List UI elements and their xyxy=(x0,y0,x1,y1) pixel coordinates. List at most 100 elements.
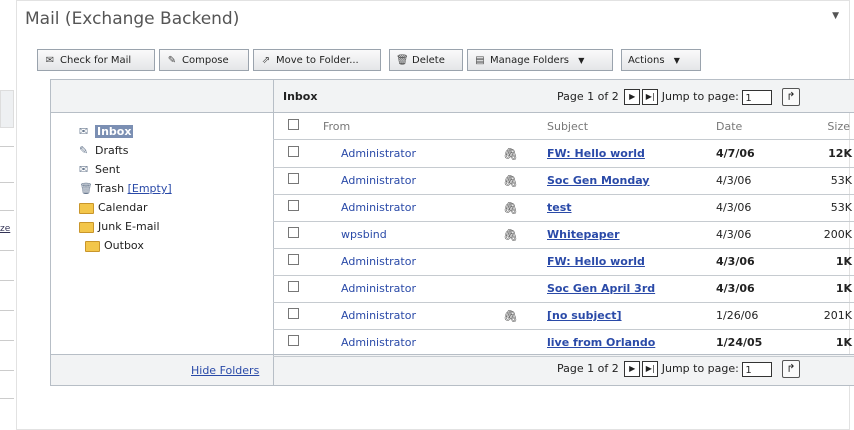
message-from[interactable]: wpsbind xyxy=(341,228,387,241)
message-from[interactable]: Administrator xyxy=(341,336,416,349)
jump-to-page-input[interactable]: 1 xyxy=(742,361,773,377)
message-size: 200K xyxy=(823,228,852,241)
pencil-icon: ✎ xyxy=(79,144,89,157)
background-link-fragment: ze xyxy=(0,224,11,234)
paperclip-icon: 🖇 xyxy=(503,309,519,323)
envelope-icon: ✉ xyxy=(45,55,55,66)
message-from[interactable]: Administrator xyxy=(341,309,416,322)
go-icon[interactable]: ↱ xyxy=(781,360,800,378)
table-row[interactable]: Administrator 🖇 test 4/3/06 53K xyxy=(273,194,854,222)
mail-panel: Inbox Page 1 of 2 ▶ ▶| Jump to page: 1 ↱ … xyxy=(50,79,854,386)
folder-junk[interactable]: Junk E-mail xyxy=(79,217,172,236)
message-date: 4/3/06 xyxy=(716,201,752,214)
message-size: 1K xyxy=(835,282,852,295)
message-list-header: From Subject Date Size xyxy=(273,113,854,140)
message-subject[interactable]: Soc Gen April 3rd xyxy=(547,282,655,295)
column-size[interactable]: Size xyxy=(827,120,850,133)
message-subject[interactable]: [no subject] xyxy=(547,309,622,322)
message-date: 1/24/05 xyxy=(716,336,763,349)
paperclip-icon: 🖇 xyxy=(503,228,519,242)
paperclip-icon: 🖇 xyxy=(503,147,519,161)
sent-icon: ✉ xyxy=(79,163,89,176)
page-indicator: Page 1 of 2 xyxy=(557,90,619,103)
message-date: 4/7/06 xyxy=(716,147,755,160)
go-icon[interactable]: ↱ xyxy=(781,88,800,106)
next-page-icon[interactable]: ▶ xyxy=(624,361,641,377)
message-from[interactable]: Administrator xyxy=(341,282,416,295)
folder-tree: ✉ Inbox ✎ Drafts ✉ Sent 🗑 Trash [Empty] Cale… xyxy=(79,122,172,255)
delete-button[interactable]: 🗑 Delete xyxy=(389,49,463,71)
table-row[interactable]: Administrator live from Orlando 1/24/05 1K xyxy=(273,329,854,357)
message-checkbox[interactable] xyxy=(288,227,299,238)
folders-icon: ▤ xyxy=(475,55,485,66)
message-subject[interactable]: Whitepaper xyxy=(547,228,620,241)
select-all-checkbox[interactable] xyxy=(288,119,299,130)
mail-portlet: Mail (Exchange Backend) ▼ ✉ Check for Mai… xyxy=(16,0,854,430)
column-subject[interactable]: Subject xyxy=(547,120,588,133)
next-page-icon[interactable]: ▶ xyxy=(624,89,641,105)
message-from[interactable]: Administrator xyxy=(341,174,416,187)
message-checkbox[interactable] xyxy=(288,200,299,211)
message-date: 4/3/06 xyxy=(716,174,752,187)
chevron-down-icon: ▼ xyxy=(578,56,585,65)
last-page-icon[interactable]: ▶| xyxy=(642,361,659,377)
message-size: 201K xyxy=(823,309,852,322)
trash-icon: 🗑 xyxy=(79,182,93,195)
paperclip-icon: 🖇 xyxy=(503,201,519,215)
table-row[interactable]: Administrator Soc Gen April 3rd 4/3/06 1K xyxy=(273,275,854,303)
message-subject[interactable]: live from Orlando xyxy=(547,336,655,349)
check-mail-button[interactable]: ✉ Check for Mail xyxy=(37,49,155,71)
chevron-down-icon: ▼ xyxy=(673,56,680,65)
message-date: 4/3/06 xyxy=(716,282,755,295)
manage-folders-button[interactable]: ▤ Manage Folders ▼ xyxy=(467,49,613,71)
message-size: 1K xyxy=(835,255,852,268)
portlet-menu-icon[interactable]: ▼ xyxy=(832,11,839,21)
table-row[interactable]: Administrator 🖇 [no subject] 1/26/06 201K xyxy=(273,302,854,330)
table-row[interactable]: Administrator FW: Hello world 4/3/06 1K xyxy=(273,248,854,276)
jump-to-page-input[interactable]: 1 xyxy=(742,89,773,105)
table-row[interactable]: wpsbind 🖇 Whitepaper 4/3/06 200K xyxy=(273,221,854,249)
paperclip-icon: 🖇 xyxy=(503,174,519,188)
page-indicator: Page 1 of 2 xyxy=(557,362,619,375)
message-date: 1/26/06 xyxy=(716,309,759,322)
message-checkbox[interactable] xyxy=(288,173,299,184)
folder-drafts[interactable]: ✎ Drafts xyxy=(79,141,172,160)
table-row[interactable]: Administrator 🖇 FW: Hello world 4/7/06 12K xyxy=(273,140,854,168)
compose-button[interactable]: ✎ Compose xyxy=(159,49,249,71)
column-date[interactable]: Date xyxy=(716,120,742,133)
move-to-folder-button[interactable]: ⇗ Move to Folder... xyxy=(253,49,381,71)
portlet-title: Mail (Exchange Backend) xyxy=(25,9,240,29)
message-size: 12K xyxy=(828,147,852,160)
table-row[interactable]: Administrator 🖇 Soc Gen Monday 4/3/06 53K xyxy=(273,167,854,195)
folder-icon xyxy=(79,202,94,214)
message-from[interactable]: Administrator xyxy=(341,147,416,160)
folder-calendar[interactable]: Calendar xyxy=(79,198,172,217)
message-size: 53K xyxy=(830,201,852,214)
message-from[interactable]: Administrator xyxy=(341,201,416,214)
empty-trash-link[interactable]: [Empty] xyxy=(128,182,172,195)
actions-button[interactable]: Actions ▼ xyxy=(621,49,701,71)
message-subject[interactable]: FW: Hello world xyxy=(547,255,645,268)
message-subject[interactable]: test xyxy=(547,201,572,214)
last-page-icon[interactable]: ▶| xyxy=(642,89,659,105)
folder-sent[interactable]: ✉ Sent xyxy=(79,160,172,179)
message-subject[interactable]: FW: Hello world xyxy=(547,147,645,160)
hide-folders-link[interactable]: Hide Folders xyxy=(191,364,259,377)
message-checkbox[interactable] xyxy=(288,146,299,157)
compose-icon: ✎ xyxy=(167,55,177,66)
message-size: 1K xyxy=(835,336,852,349)
message-checkbox[interactable] xyxy=(288,254,299,265)
pager-bottom: Page 1 of 2 ▶ ▶| Jump to page: 1 ↱ xyxy=(557,360,800,378)
message-date: 4/3/06 xyxy=(716,255,755,268)
column-from[interactable]: From xyxy=(323,120,350,133)
message-checkbox[interactable] xyxy=(288,308,299,319)
folder-icon xyxy=(85,240,100,252)
message-subject[interactable]: Soc Gen Monday xyxy=(547,174,649,187)
message-checkbox[interactable] xyxy=(288,281,299,292)
folder-inbox[interactable]: ✉ Inbox xyxy=(79,122,172,141)
folder-outbox[interactable]: Outbox xyxy=(79,236,172,255)
message-from[interactable]: Administrator xyxy=(341,255,416,268)
pager-top: Page 1 of 2 ▶ ▶| Jump to page: 1 ↱ xyxy=(557,88,800,106)
message-checkbox[interactable] xyxy=(288,335,299,346)
folder-trash[interactable]: 🗑 Trash [Empty] xyxy=(79,179,172,198)
